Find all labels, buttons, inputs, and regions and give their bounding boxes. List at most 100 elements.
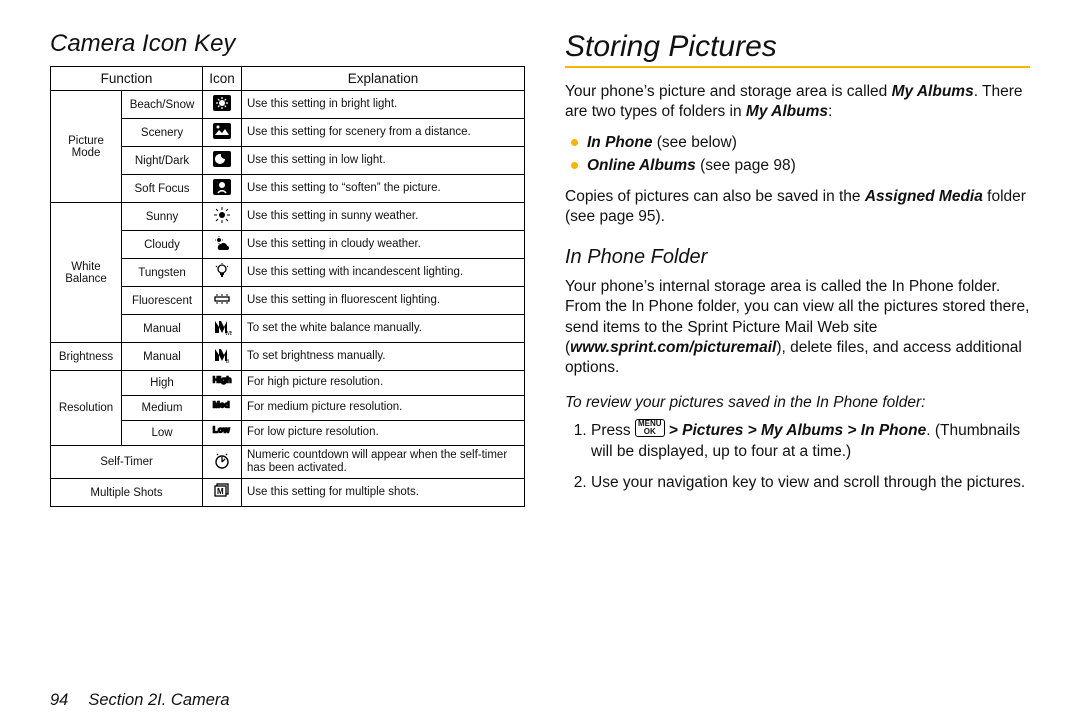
step2-text: Use your navigation key to view and scro…: [591, 474, 1025, 491]
myalbums-label: My Albums: [892, 83, 974, 100]
list-item: Online Albums (see page 98): [565, 156, 1030, 177]
list-item: In Phone (see below): [565, 133, 1030, 154]
sub-night-dark: Night/Dark: [122, 147, 203, 175]
sub-soft-focus: Soft Focus: [122, 175, 203, 203]
exp-res-high: For high picture resolution.: [242, 371, 525, 396]
func-brightness: Brightness: [51, 343, 122, 371]
icon-tungsten: [203, 259, 242, 287]
svg-text:M: M: [217, 487, 224, 496]
sub-high: High: [122, 371, 203, 396]
icon-br-manual: B: [203, 343, 242, 371]
two-column-layout: Camera Icon Key Function Icon Explanatio…: [50, 30, 1030, 673]
icon-multiple-shots: M: [203, 479, 242, 507]
sub-fluorescent: Fluorescent: [122, 287, 203, 315]
exp-beach-snow: Use this setting in bright light.: [242, 91, 525, 119]
sub-low: Low: [122, 421, 203, 446]
table-row: Soft Focus Use this setting to “soften” …: [51, 175, 525, 203]
step1-path: > Pictures > My Albums > In Phone: [665, 422, 927, 439]
svg-text:Med: Med: [213, 399, 230, 409]
icon-fluorescent: [203, 287, 242, 315]
step-1: Press MENUOK > Pictures > My Albums > In…: [591, 419, 1030, 463]
exp-sunny: Use this setting in sunny weather.: [242, 203, 525, 231]
exp-res-low: For low picture resolution.: [242, 421, 525, 446]
review-instruction-heading: To review your pictures saved in the In …: [565, 393, 1030, 413]
exp-soft-focus: Use this setting to “soften” the picture…: [242, 175, 525, 203]
table-row: White Balance Sunny Use this setting in …: [51, 203, 525, 231]
storing-pictures-heading: Storing Pictures: [565, 30, 1030, 64]
myalbums-label-2: My Albums: [746, 103, 828, 120]
exp-cloudy: Use this setting in cloudy weather.: [242, 231, 525, 259]
svg-text:WB: WB: [225, 331, 232, 336]
table-row: Manual WB To set the white balance manua…: [51, 315, 525, 343]
icon-night-dark: [203, 147, 242, 175]
table-row: Multiple Shots M Use this setting for mu…: [51, 479, 525, 507]
exp-self-timer: Numeric countdown will appear when the s…: [242, 446, 525, 479]
table-row: Brightness Manual B To set brightness ma…: [51, 343, 525, 371]
in-phone-folder-heading: In Phone Folder: [565, 246, 1030, 269]
table-row: Tungsten Use this setting with incandesc…: [51, 259, 525, 287]
camera-icon-key-heading: Camera Icon Key: [50, 30, 525, 58]
intro-text: Your phone’s picture and storage area is…: [565, 83, 892, 100]
func-resolution: Resolution: [51, 371, 122, 446]
th-icon: Icon: [203, 67, 242, 91]
th-function: Function: [51, 67, 203, 91]
icon-res-medium: Med: [203, 396, 242, 421]
table-row: Scenery Use this setting for scenery fro…: [51, 119, 525, 147]
sub-medium: Medium: [122, 396, 203, 421]
sub-cloudy: Cloudy: [122, 231, 203, 259]
table-row: Cloudy Use this setting in cloudy weathe…: [51, 231, 525, 259]
in-phone-paragraph: Your phone’s internal storage area is ca…: [565, 277, 1030, 379]
table-row: Picture Mode Beach/Snow Use this setting…: [51, 91, 525, 119]
bullet-label: Online Albums: [587, 157, 696, 174]
exp-tungsten: Use this setting with incandescent light…: [242, 259, 525, 287]
func-self-timer: Self-Timer: [51, 446, 203, 479]
intro-paragraph: Your phone’s picture and storage area is…: [565, 82, 1030, 123]
bullet-rest: (see below): [652, 134, 736, 151]
func-picture-mode: Picture Mode: [51, 91, 122, 203]
icon-res-low: Low: [203, 421, 242, 446]
picturemail-url: www.sprint.com/picturemail: [570, 339, 776, 356]
func-white-balance: White Balance: [51, 203, 122, 343]
bullet-label: In Phone: [587, 134, 652, 151]
section-label: Section 2I. Camera: [88, 691, 229, 710]
right-column: Storing Pictures Your phone’s picture an…: [565, 30, 1030, 673]
table-row: Low Low For low picture resolution.: [51, 421, 525, 446]
exp-scenery: Use this setting for scenery from a dist…: [242, 119, 525, 147]
exp-res-medium: For medium picture resolution.: [242, 396, 525, 421]
icon-cloudy: [203, 231, 242, 259]
table-row: Self-Timer Numeric countdown will appear…: [51, 446, 525, 479]
steps-list: Press MENUOK > Pictures > My Albums > In…: [565, 419, 1030, 494]
func-multiple-shots: Multiple Shots: [51, 479, 203, 507]
step1-press: Press: [591, 422, 635, 439]
icon-beach-snow: [203, 91, 242, 119]
folder-types-list: In Phone (see below) Online Albums (see …: [565, 133, 1030, 177]
th-explanation: Explanation: [242, 67, 525, 91]
accent-rule: [565, 66, 1030, 68]
sub-tungsten: Tungsten: [122, 259, 203, 287]
sub-sunny: Sunny: [122, 203, 203, 231]
exp-night-dark: Use this setting in low light.: [242, 147, 525, 175]
table-row: Night/Dark Use this setting in low light…: [51, 147, 525, 175]
table-header-row: Function Icon Explanation: [51, 67, 525, 91]
sub-br-manual: Manual: [122, 343, 203, 371]
sub-beach-snow: Beach/Snow: [122, 91, 203, 119]
exp-br-manual: To set brightness manually.: [242, 343, 525, 371]
icon-sunny: [203, 203, 242, 231]
step-2: Use your navigation key to view and scro…: [591, 473, 1030, 494]
exp-multiple-shots: Use this setting for multiple shots.: [242, 479, 525, 507]
exp-fluorescent: Use this setting in fluorescent lighting…: [242, 287, 525, 315]
page-footer: 94 Section 2I. Camera: [50, 673, 1030, 710]
svg-text:Low: Low: [213, 424, 230, 434]
table-row: Resolution High High For high picture re…: [51, 371, 525, 396]
intro-text-3: :: [828, 103, 832, 120]
bullet-rest: (see page 98): [696, 157, 796, 174]
icon-soft-focus: [203, 175, 242, 203]
assigned-media-label: Assigned Media: [865, 188, 983, 205]
icon-self-timer: [203, 446, 242, 479]
icon-scenery: [203, 119, 242, 147]
sub-wb-manual: Manual: [122, 315, 203, 343]
exp-wb-manual: To set the white balance manually.: [242, 315, 525, 343]
icon-wb-manual: WB: [203, 315, 242, 343]
manual-page: Camera Icon Key Function Icon Explanatio…: [0, 0, 1080, 720]
copies-paragraph: Copies of pictures can also be saved in …: [565, 187, 1030, 228]
